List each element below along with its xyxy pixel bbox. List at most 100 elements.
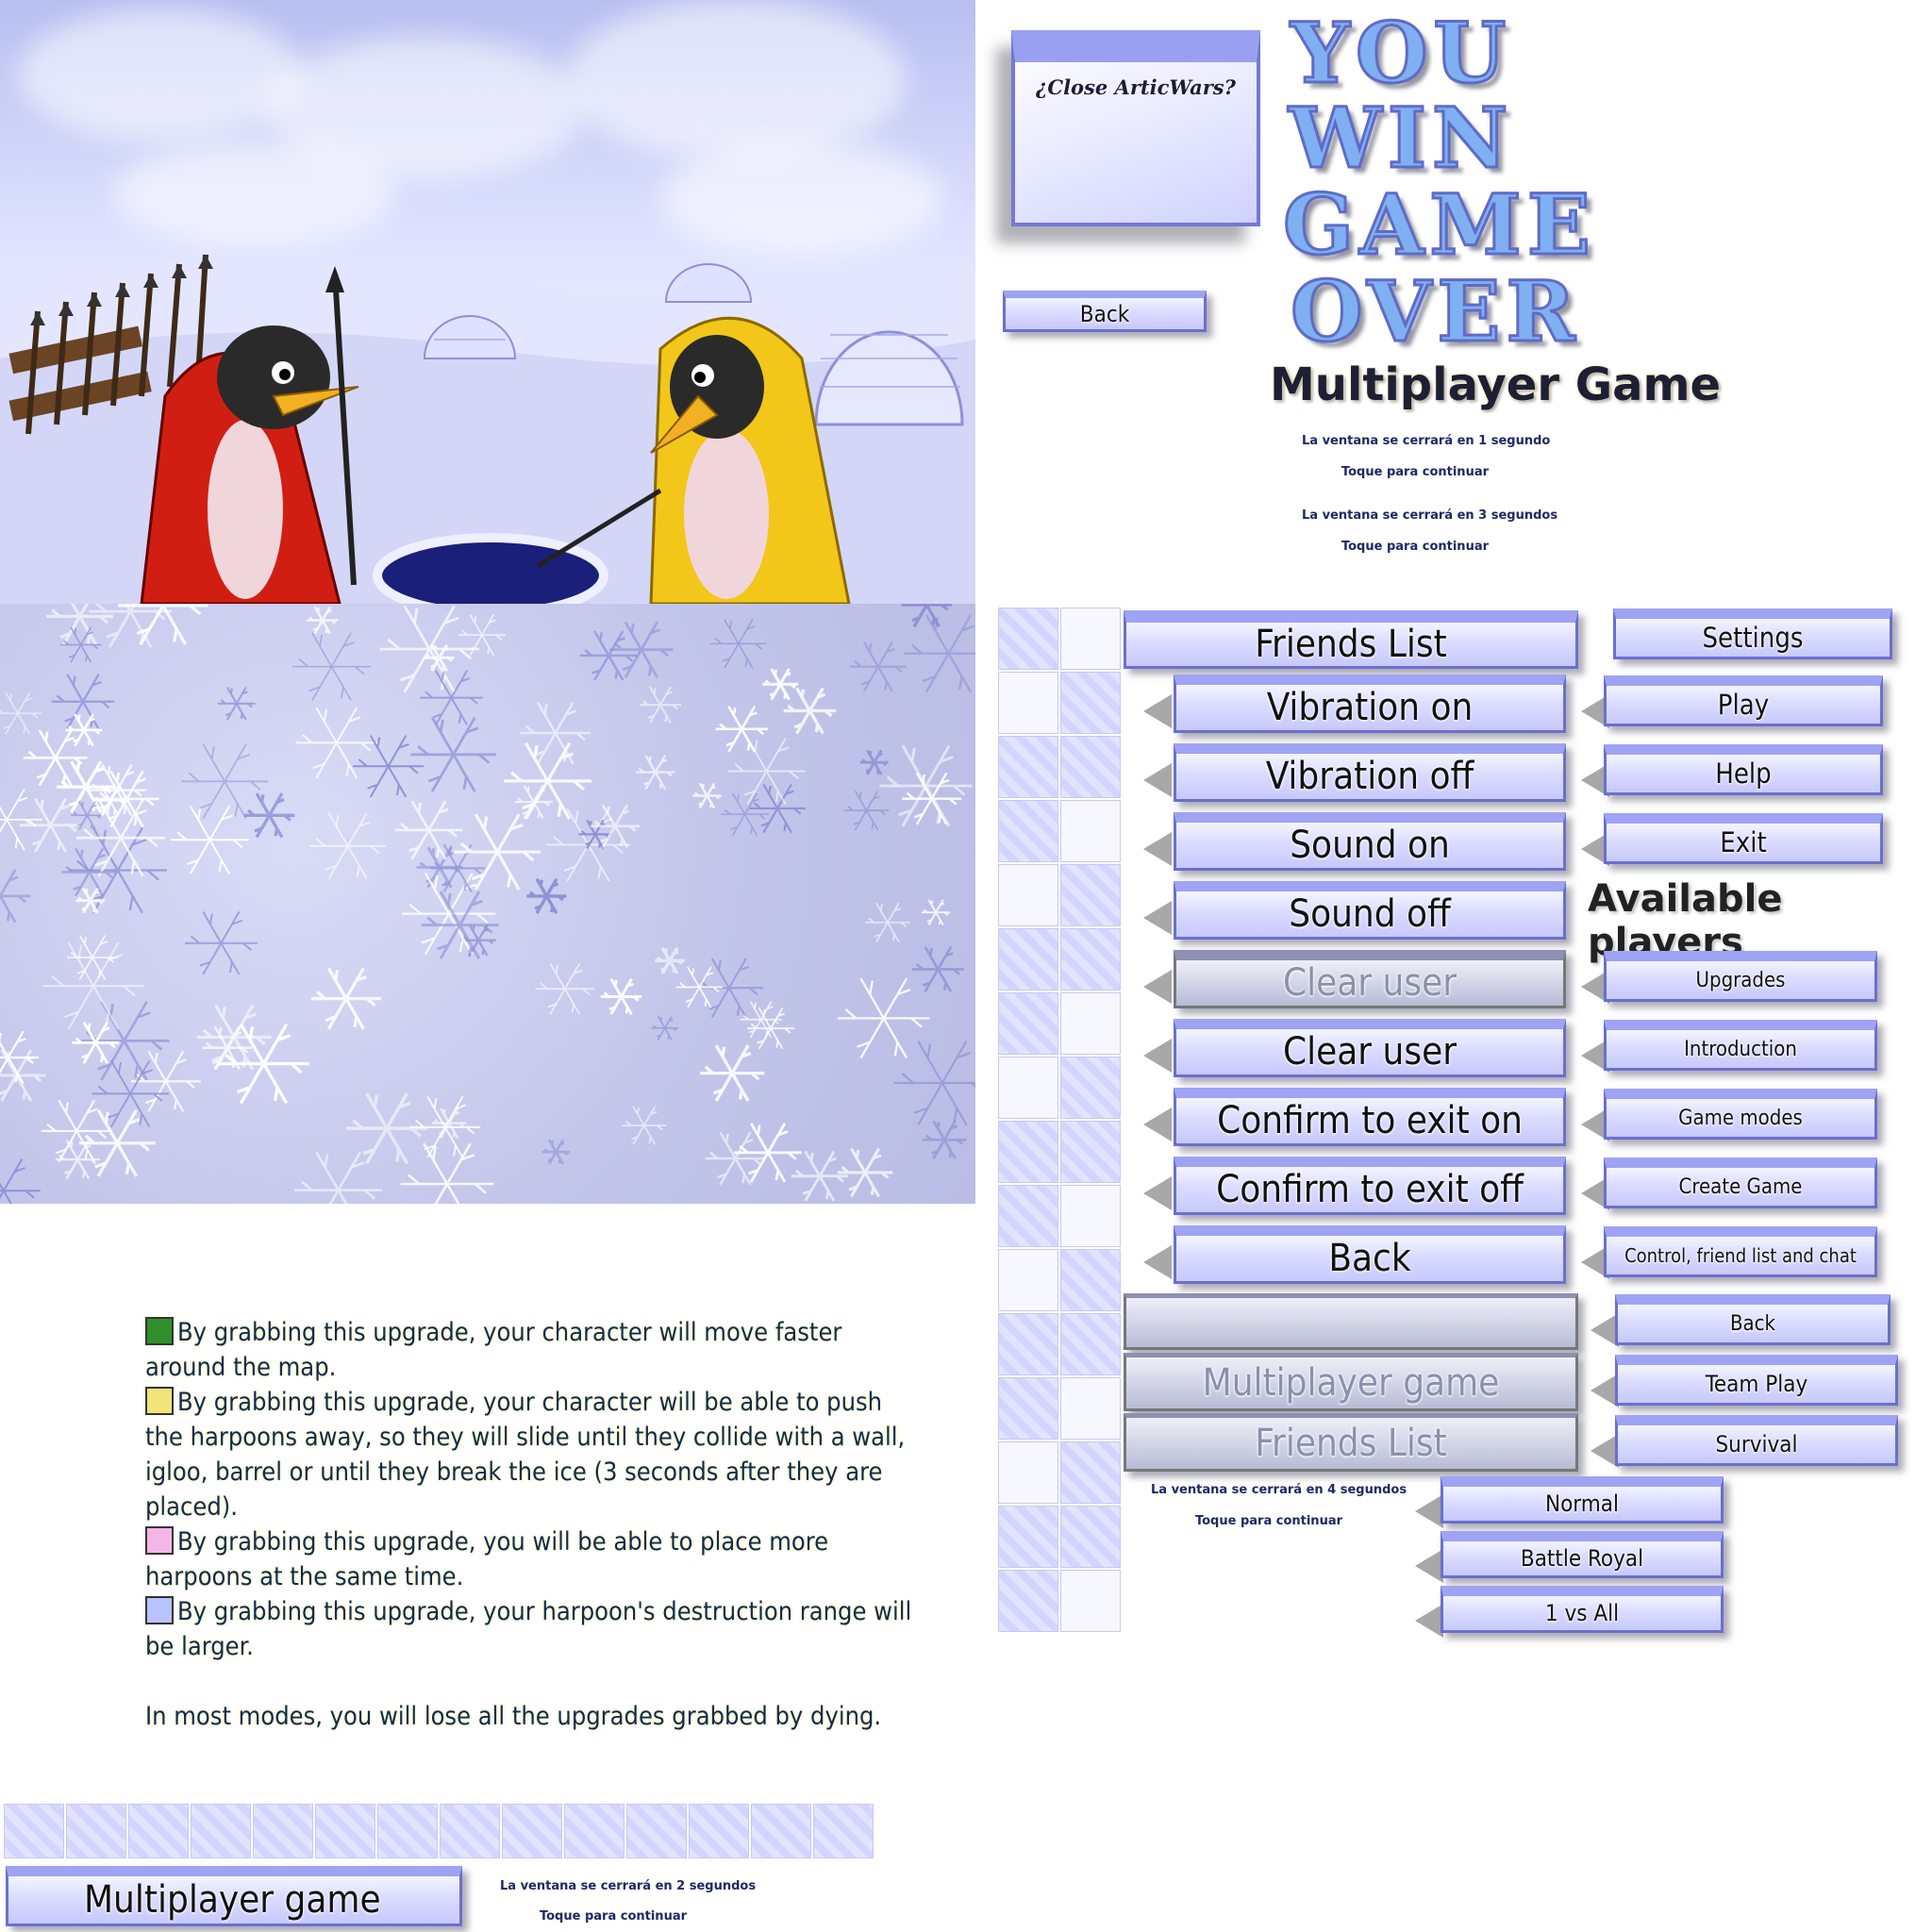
vibration-off-button[interactable]: Vibration off: [1174, 743, 1566, 802]
snowflake-icon: [608, 621, 674, 678]
snowflake-icon: [0, 1158, 41, 1204]
back-button-small[interactable]: Back: [1003, 291, 1207, 332]
arrow-left-icon: [1143, 694, 1172, 728]
snowflake-icon: [51, 674, 115, 730]
snowflake-icon: [421, 891, 499, 959]
snowflake-icon: [89, 604, 173, 648]
ice-tile: [689, 1804, 749, 1858]
snowflake-icon: [902, 772, 962, 825]
snowflake-icon: [454, 813, 541, 891]
upgrade-range-line: By grabbing this upgrade, your harpoon's…: [145, 1596, 912, 1661]
arrow-left-icon: [1143, 832, 1172, 866]
snowflake-icon: [130, 1050, 201, 1112]
snowflake-icon: [184, 910, 258, 975]
snowflake-icon: [535, 962, 595, 1015]
snowflake-icon: [295, 707, 378, 779]
snowflake-icon: [171, 805, 249, 874]
arrow-left-icon: [1143, 1039, 1172, 1073]
create-game-button[interactable]: Create Game: [1604, 1158, 1877, 1208]
ice-tile: [998, 800, 1058, 862]
snowflake-icon: [864, 902, 910, 942]
snowflake-icon: [94, 770, 159, 828]
sound-off-button[interactable]: Sound off: [1174, 881, 1566, 940]
upgrade-push-line: By grabbing this upgrade, your character…: [145, 1387, 906, 1522]
clear-user-button[interactable]: Clear user: [1174, 1019, 1566, 1077]
arrow-left-icon: [1143, 763, 1172, 797]
snowflake-icon: [715, 706, 768, 753]
snowflake-icon: [921, 899, 951, 925]
speed-upgrade-icon: [145, 1317, 174, 1345]
introduction-button[interactable]: Introduction: [1604, 1020, 1877, 1071]
ice-tile: [998, 864, 1058, 926]
options-back-button[interactable]: Back: [1174, 1225, 1566, 1284]
settings-button[interactable]: Settings: [1613, 608, 1892, 659]
sound-on-button[interactable]: Sound on: [1174, 812, 1566, 871]
range-upgrade-icon: [145, 1596, 174, 1624]
ice-tile: [1060, 992, 1121, 1055]
ice-tile: [998, 1249, 1058, 1311]
snowflake-icon: [78, 1108, 156, 1177]
close-countdown-note: La ventana se cerrará en 2 segundos: [500, 1879, 757, 1893]
snowflake-icon: [243, 792, 295, 839]
snowflake-icon: [791, 1150, 848, 1202]
mode-1-vs-all-button[interactable]: 1 vs All: [1441, 1586, 1724, 1633]
ice-tile: [998, 1121, 1058, 1183]
vibration-on-button[interactable]: Vibration on: [1174, 675, 1566, 733]
arrow-left-icon: [1143, 1176, 1172, 1210]
snowflake-icon: [0, 869, 31, 924]
snowflake-icon: [78, 1001, 170, 1081]
arrow-left-icon: [1143, 901, 1172, 935]
confirm-exit-on-button[interactable]: Confirm to exit on: [1174, 1088, 1566, 1146]
snowflake-icon: [635, 755, 675, 791]
ice-tile: [998, 1441, 1058, 1504]
play-button[interactable]: Play: [1604, 675, 1883, 726]
snowflake-icon: [843, 790, 890, 831]
friends-list-disabled: Friends List: [1124, 1413, 1578, 1472]
push-upgrade-icon: [145, 1387, 174, 1415]
multiplayer-game-button[interactable]: Multiplayer game: [6, 1866, 462, 1926]
arrow-left-icon: [1143, 970, 1172, 1004]
snowflake-icon: [622, 1106, 666, 1145]
confirm-exit-off-button[interactable]: Confirm to exit off: [1174, 1157, 1566, 1215]
ice-tile: [998, 1506, 1058, 1568]
close-countdown-note: La ventana se cerrará en 3 segundos: [1302, 508, 1558, 523]
snowflake-icon: [19, 797, 82, 853]
ice-tile: [998, 1377, 1058, 1440]
snowflake-icon: [762, 668, 798, 701]
close-countdown-note: La ventana se cerrará en 1 segundo: [1302, 434, 1551, 448]
ice-tile: [813, 1804, 874, 1858]
menu-back-button[interactable]: Back: [1615, 1294, 1890, 1345]
snowflake-icon: [879, 744, 973, 827]
snowflake-icon: [41, 1099, 112, 1162]
over-text: OVER: [1290, 262, 1581, 360]
ice-tile: [1060, 928, 1121, 991]
snowflake-icon: [504, 741, 591, 820]
survival-button[interactable]: Survival: [1615, 1415, 1898, 1466]
help-button[interactable]: Help: [1604, 744, 1883, 795]
multiplayer-game-title: Multiplayer Game: [1270, 358, 1722, 411]
upgrades-button[interactable]: Upgrades: [1604, 951, 1877, 1002]
control-friend-chat-button[interactable]: Control, friend list and chat: [1604, 1226, 1877, 1277]
snowflake-icon: [181, 743, 268, 820]
ice-tile: [998, 1057, 1058, 1119]
close-dialog-title: ¿Close ArticWars?: [1036, 75, 1236, 99]
team-play-button[interactable]: Team Play: [1615, 1355, 1898, 1406]
snowflake-icon: [292, 632, 372, 701]
ice-tile: [1060, 736, 1121, 798]
mode-normal-button[interactable]: Normal: [1441, 1476, 1724, 1524]
snowflake-icon: [651, 1015, 679, 1041]
snowflake-icon: [838, 977, 930, 1059]
snowflake-icon: [400, 1142, 494, 1204]
you-text: YOU: [1289, 4, 1512, 102]
tap-continue-note: Toque para continuar: [539, 1909, 688, 1924]
game-text: GAME: [1282, 175, 1596, 274]
ice-tile: [751, 1804, 811, 1858]
ice-tile: [998, 672, 1058, 734]
snowflake-icon: [55, 1140, 100, 1180]
game-modes-button[interactable]: Game modes: [1604, 1089, 1877, 1140]
snowflake-icon: [783, 687, 837, 735]
exit-button[interactable]: Exit: [1604, 813, 1883, 864]
snowflake-icon: [837, 1147, 893, 1198]
mode-battle-royal-button[interactable]: Battle Royal: [1441, 1531, 1724, 1578]
snowflake-icon: [849, 641, 908, 692]
